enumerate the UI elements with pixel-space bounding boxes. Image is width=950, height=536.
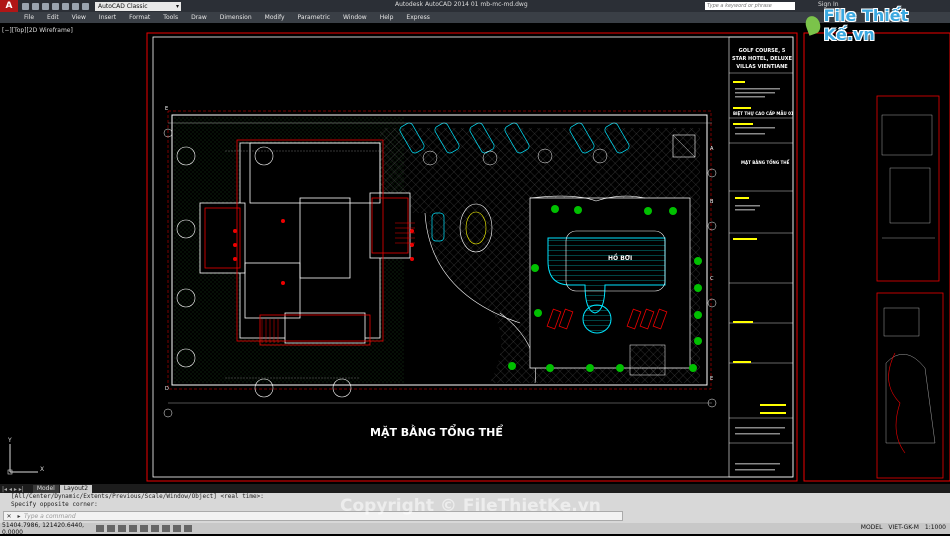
drawing-canvas[interactable]: [0, 23, 950, 483]
menu-view[interactable]: View: [72, 14, 86, 21]
menu-format[interactable]: Format: [129, 14, 150, 21]
menu-tools[interactable]: Tools: [163, 14, 178, 21]
plan-title: MẶT BẰNG TỔNG THỂ: [370, 426, 503, 439]
brand-logo-text: File Thiết Kế.vn: [823, 6, 909, 44]
print-icon[interactable]: [62, 2, 69, 10]
adjacent-sheet-detail-top: [876, 95, 940, 282]
grid-letter-right-2: B: [710, 199, 714, 205]
title-block-subtitle: BIỆT THỰ CAO CẤP MẪU 01: [733, 111, 794, 116]
command-prompt-icon: ▸: [17, 512, 21, 520]
grid-letter-right-4: E: [710, 376, 714, 382]
search-input[interactable]: Type a keyword or phrase: [705, 2, 795, 10]
grid-letter-right-1: A: [710, 146, 714, 152]
title-block: [728, 36, 794, 478]
layout-tabs: |◂ ◂ ▸ ▸| Model Layout2: [0, 484, 950, 493]
command-placeholder: Type a command: [24, 512, 76, 520]
cursor-coordinates: 51404.7986, 121420.6440, 0.0000: [2, 521, 85, 536]
menu-modify[interactable]: Modify: [265, 14, 285, 21]
status-bar: 51404.7986, 121420.6440, 0.0000 MODEL VI…: [0, 521, 950, 536]
grid-letter-right-3: C: [710, 276, 714, 282]
grid-letter-left-2: D: [165, 386, 169, 392]
window-title: Autodesk AutoCAD 2014 01 mb-mc-md.dwg: [395, 1, 528, 8]
ortho-toggle-icon[interactable]: [118, 525, 126, 532]
polar-toggle-icon[interactable]: [129, 525, 137, 532]
tab-navigation-arrows[interactable]: |◂ ◂ ▸ ▸|: [2, 486, 24, 493]
osnap-toggle-icon[interactable]: [140, 525, 148, 532]
redo-icon[interactable]: [82, 2, 89, 10]
drafting-toggles: [96, 525, 192, 532]
status-right: MODEL VIET-GK-M 1:1000: [861, 524, 946, 531]
title-block-sheet: MẶT BẰNG TỔNG THỂ: [741, 160, 790, 165]
workspace-dropdown[interactable]: AutoCAD Classic: [95, 1, 181, 11]
menu-parametric[interactable]: Parametric: [298, 14, 331, 21]
menu-window[interactable]: Window: [343, 14, 367, 21]
dyn-toggle-icon[interactable]: [173, 525, 181, 532]
open-icon[interactable]: [32, 2, 39, 10]
ucs-x-label: X: [40, 466, 45, 473]
adjacent-sheet-linework: [881, 114, 936, 444]
lwt-toggle-icon[interactable]: [184, 525, 192, 532]
brand-logo: File Thiết Kế.vn: [803, 6, 944, 44]
save-as-icon[interactable]: [52, 2, 59, 10]
pool-house: [629, 344, 666, 376]
leaf-logo-icon: [803, 14, 823, 36]
model-space-button[interactable]: MODEL: [861, 524, 883, 531]
menu-help[interactable]: Help: [380, 14, 394, 21]
copyright-watermark: Copyright © FileThietKe.vn: [340, 496, 601, 516]
quick-access-toolbar: [22, 2, 89, 10]
menu-insert[interactable]: Insert: [99, 14, 116, 21]
annotation-style[interactable]: VIET-GK-M: [888, 524, 918, 531]
grid-toggle-icon[interactable]: [107, 525, 115, 532]
snap-toggle-icon[interactable]: [96, 525, 104, 532]
pool-label: HỒ BƠI: [608, 255, 633, 262]
new-icon[interactable]: [22, 2, 29, 10]
undo-icon[interactable]: [72, 2, 79, 10]
menu-draw[interactable]: Draw: [191, 14, 207, 21]
tab-model[interactable]: Model: [32, 485, 59, 493]
tab-layout2[interactable]: Layout2: [59, 485, 93, 493]
autocad-logo-icon[interactable]: A: [0, 0, 18, 12]
ucs-y-label: Y: [8, 437, 12, 444]
annotation-scale[interactable]: 1:1000: [925, 524, 946, 531]
ducs-toggle-icon[interactable]: [162, 525, 170, 532]
title-block-project: GOLF COURSE, 5 STAR HOTEL, DELUXE VILLAS…: [731, 48, 793, 70]
menu-file[interactable]: File: [24, 14, 34, 21]
save-icon[interactable]: [42, 2, 49, 10]
jacuzzi: [582, 304, 612, 334]
adjacent-sheet-detail-bottom: [876, 292, 944, 479]
otrack-toggle-icon[interactable]: [151, 525, 159, 532]
close-icon[interactable]: ✕: [4, 513, 14, 520]
menu-express[interactable]: Express: [406, 14, 429, 21]
menu-dimension[interactable]: Dimension: [220, 14, 252, 21]
grid-letter-left-1: E: [165, 106, 169, 112]
viewport-controls[interactable]: [−][Top][2D Wireframe]: [2, 27, 73, 34]
menu-edit[interactable]: Edit: [47, 14, 59, 21]
